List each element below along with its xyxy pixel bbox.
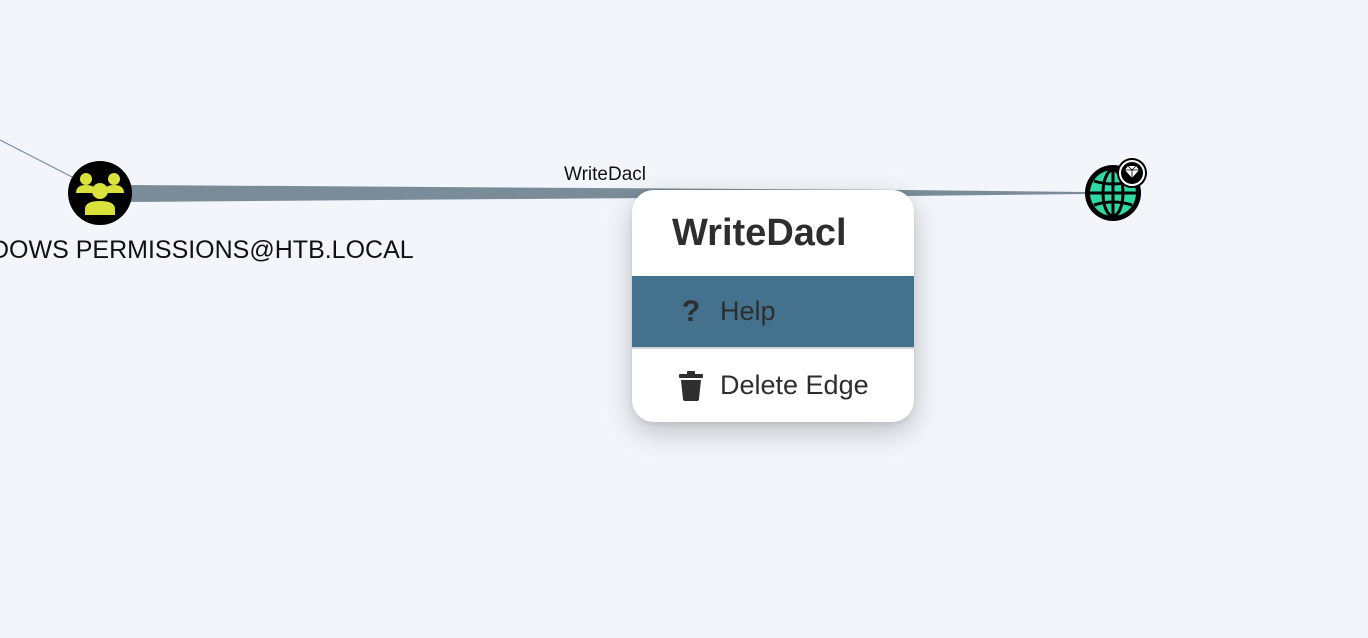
help-icon: ? (681, 294, 701, 328)
edge-label[interactable]: WriteDacl (564, 164, 646, 186)
group-node-label[interactable]: DOWS PERMISSIONS@HTB.LOCAL (0, 236, 414, 265)
graph-canvas[interactable]: WriteDacl DOWS PERMISSIONS@HTB.LOCAL Wri… (0, 0, 1368, 638)
domain-node[interactable] (1083, 157, 1149, 223)
context-menu-title: WriteDacl (672, 211, 847, 254)
writedacl-edge[interactable] (128, 185, 1086, 202)
delete-edge-menu-label: Delete Edge (720, 370, 869, 400)
trash-icon (678, 370, 704, 401)
globe-icon (1085, 158, 1147, 221)
help-menu-item[interactable]: ? Help (632, 276, 914, 349)
help-menu-label: Help (720, 296, 776, 326)
users-group-icon (68, 161, 132, 225)
delete-edge-menu-item[interactable]: Delete Edge (632, 349, 914, 422)
diamond-icon (1117, 158, 1147, 188)
incoming-edge[interactable] (0, 139, 75, 179)
group-node[interactable] (67, 160, 133, 226)
edge-context-menu: WriteDacl ? Help Delete Edge (632, 190, 914, 422)
